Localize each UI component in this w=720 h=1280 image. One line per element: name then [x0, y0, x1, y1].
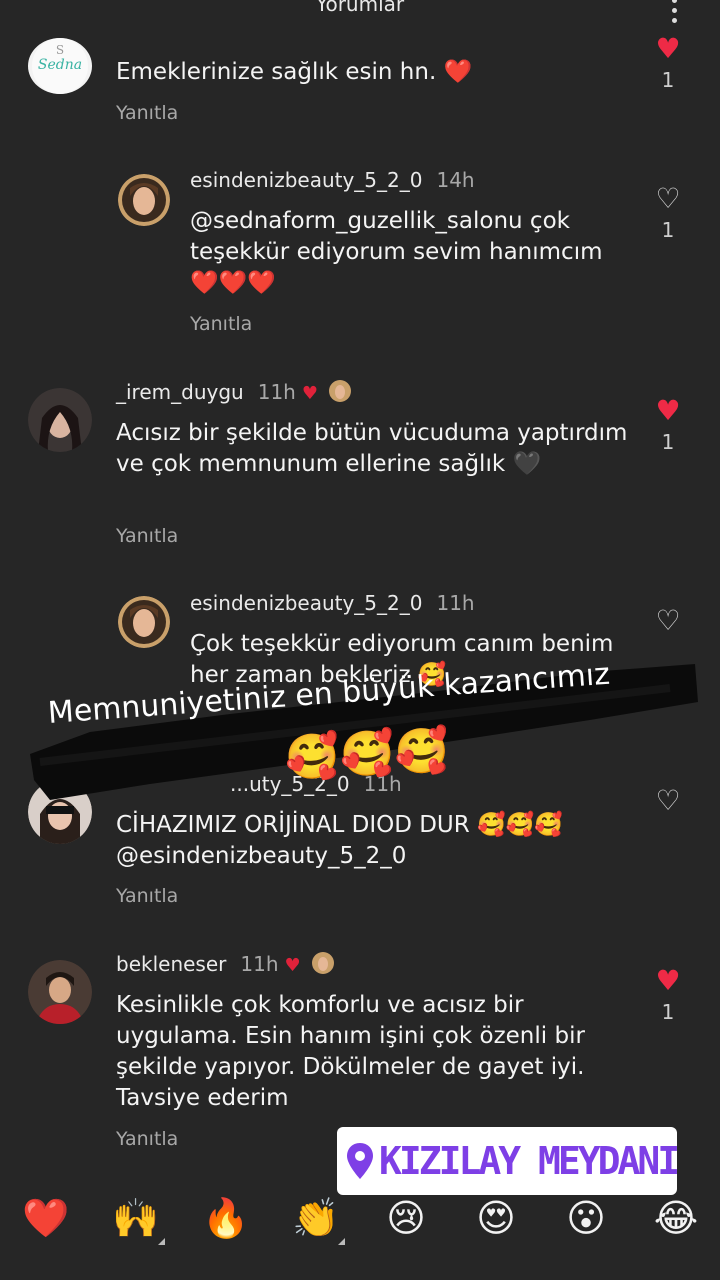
- avatar[interactable]: [28, 960, 92, 1024]
- like-button[interactable]: ♥ 1: [648, 394, 688, 455]
- comment-header: bekleneser 11h ♥: [116, 951, 335, 976]
- like-button[interactable]: ♡: [648, 606, 688, 636]
- comment-header: esindenizbeauty_5_2_0 11h: [190, 591, 475, 615]
- comment-header: _irem_duygu 11h ♥: [116, 379, 352, 404]
- comment-time: 11h: [436, 591, 475, 615]
- avatar[interactable]: [118, 174, 170, 226]
- username[interactable]: bekleneser: [116, 952, 226, 976]
- like-count: 1: [661, 1000, 675, 1024]
- comment-time: 11h: [240, 952, 279, 976]
- heart-filled-icon: ♥: [655, 32, 681, 65]
- avatar[interactable]: [118, 596, 170, 648]
- header-title: Yorumlar: [315, 0, 405, 16]
- reply-link[interactable]: Yanıtla: [190, 313, 252, 335]
- skin-tone-indicator: [158, 1238, 165, 1245]
- profile-photo: [118, 174, 170, 226]
- emoji-crying-face[interactable]: 😢: [381, 1196, 431, 1240]
- username[interactable]: esindenizbeauty_5_2_0: [190, 591, 422, 615]
- emoji-clapping-hands[interactable]: 👏: [291, 1196, 341, 1240]
- heart-filled-icon: ♥: [655, 394, 681, 427]
- reply-link[interactable]: Yanıtla: [116, 1128, 178, 1150]
- username[interactable]: _irem_duygu: [116, 380, 244, 404]
- avatar[interactable]: Sedna S: [28, 38, 92, 94]
- comment-text: Emeklerinize sağlık esin hn. ❤️: [116, 59, 473, 85]
- comments-header: Yorumlar: [0, 0, 720, 28]
- author-avatar-mini: [329, 380, 352, 402]
- emoji-heart-eyes[interactable]: 😍: [471, 1196, 521, 1240]
- author-liked-heart-icon: ♥: [301, 383, 318, 404]
- profile-photo: [28, 960, 92, 1024]
- banner-emojis: 🥰🥰🥰: [283, 724, 451, 785]
- heart-outline-icon: ♡: [655, 604, 681, 637]
- svg-text:Sedna: Sedna: [38, 57, 82, 73]
- location-sticker[interactable]: KIZILAY MEYDANI: [337, 1127, 680, 1195]
- like-button[interactable]: ♥ 1: [648, 32, 688, 93]
- like-button[interactable]: ♡ 1: [648, 182, 688, 243]
- author-avatar-mini: [312, 952, 334, 974]
- emoji-surprised-face[interactable]: 😮: [561, 1196, 611, 1240]
- comment-text: CİHAZIMIZ ORİJİNAL DIOD DUR 🥰🥰🥰 @esinden…: [116, 812, 563, 869]
- comment-time: 11h: [257, 380, 296, 404]
- comment-text: Kesinlikle çok komforlu ve acısız bir uy…: [116, 992, 585, 1111]
- emoji-heart[interactable]: ❤️: [21, 1196, 71, 1240]
- avatar[interactable]: [28, 388, 92, 452]
- reply-link[interactable]: Yanıtla: [116, 102, 178, 124]
- svg-text:S: S: [56, 43, 64, 57]
- comment-header: esindenizbeauty_5_2_0 14h: [190, 168, 475, 192]
- profile-photo: [28, 388, 92, 452]
- heart-filled-icon: ♥: [655, 964, 681, 997]
- location-pin-icon: [347, 1143, 373, 1179]
- heart-outline-icon: ♡: [655, 182, 681, 215]
- location-label: KIZILAY MEYDANI: [379, 1139, 680, 1183]
- comment-time: 14h: [436, 168, 475, 192]
- reply-link[interactable]: Yanıtla: [116, 525, 178, 547]
- emoji-raised-hands[interactable]: 🙌: [111, 1196, 161, 1240]
- comment-text: Acısız bir şekilde bütün vücuduma yaptır…: [116, 420, 628, 477]
- like-count: 1: [661, 430, 675, 454]
- like-count: 1: [661, 218, 675, 242]
- like-count: 1: [661, 68, 675, 92]
- profile-photo: [118, 596, 170, 648]
- more-options-icon[interactable]: [672, 0, 678, 23]
- username[interactable]: esindenizbeauty_5_2_0: [190, 168, 422, 192]
- author-liked-heart-icon: ♥: [284, 955, 301, 976]
- reply-link[interactable]: Yanıtla: [116, 885, 178, 907]
- sedna-logo: Sedna S: [32, 38, 88, 94]
- emoji-fire[interactable]: 🔥: [201, 1196, 251, 1240]
- emoji-tears-of-joy[interactable]: 😂: [651, 1196, 701, 1240]
- like-button[interactable]: ♥ 1: [648, 964, 688, 1025]
- emoji-reaction-bar: ❤️ 🙌 🔥 👏 😢 😍 😮 😂: [0, 1190, 720, 1250]
- skin-tone-indicator: [338, 1238, 345, 1245]
- comment-text: @sednaform_guzellik_salonu çok teşekkür …: [190, 208, 603, 296]
